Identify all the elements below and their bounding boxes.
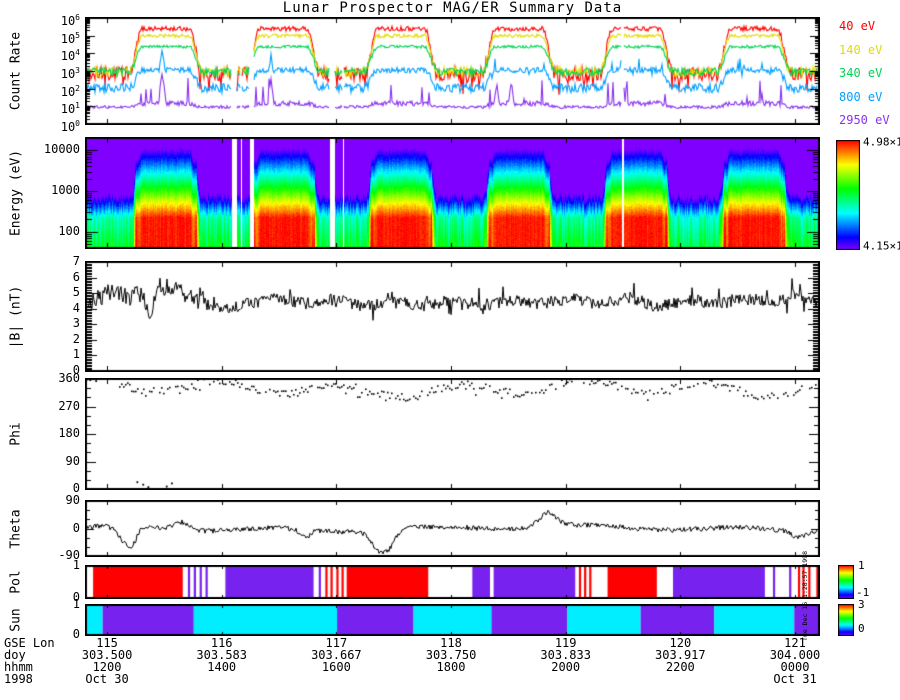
x-axis-tick-column: 116 303.583 1400 — [196, 637, 247, 685]
spectrogram-colorbar — [836, 140, 860, 250]
theta-ytick-label: 0 — [72, 520, 80, 535]
bfield-ytick-label: 7 — [72, 254, 80, 268]
count_rate-ytick-label: 102 — [60, 83, 80, 99]
phi-panel — [85, 378, 820, 490]
x-axis-tick-value — [540, 673, 591, 685]
theta-ytick-label: 90 — [65, 493, 80, 507]
legend-item-140eV: 140 eV — [839, 42, 883, 57]
x-axis-row-captions: GSE Lon doy hhmm 1998 — [4, 637, 55, 685]
bfield-ytick-label: 4 — [72, 300, 80, 315]
pol-colorbar-max-label: 1 — [858, 559, 865, 572]
sun-strip-panel — [85, 604, 820, 636]
spectrogram-ytick-label: 10000 — [43, 142, 80, 157]
legend-item-2950eV: 2950 eV — [839, 113, 890, 127]
bfield-ytick-label: 3 — [72, 316, 80, 331]
bfield-panel — [85, 261, 820, 372]
pol-ytick-label: 1 — [72, 558, 80, 572]
colorbar-max-label: 4.98×105 — [863, 135, 900, 149]
x-axis-tick-column: 115 303.500 1200 Oct 30 — [82, 637, 133, 685]
x-axis-tick-column: 119 303.833 2000 — [540, 637, 591, 685]
summary-plot-figure: Lunar Prospector MAG/ER Summary Data Cou… — [0, 0, 900, 700]
bfield-ytick-label: 2 — [72, 331, 80, 346]
pol-colorbar — [838, 565, 854, 599]
legend-item-800eV: 800 eV — [839, 89, 883, 104]
phi-ytick-label: 180 — [58, 426, 80, 440]
creation-timestamp: Tue Dec 16 1:28:57 1998 — [801, 550, 809, 641]
x-axis-tick-value — [196, 673, 247, 685]
page-title: Lunar Prospector MAG/ER Summary Data — [282, 0, 623, 16]
count_rate-ytick-label: 100 — [60, 119, 80, 134]
x-axis-tick-value — [311, 673, 362, 685]
spectrogram-ytick-label: 1000 — [51, 182, 80, 197]
x-axis-tick-value — [655, 673, 706, 685]
x-axis-tick-column: 121 304.000 0000 Oct 31 — [770, 637, 821, 685]
phi-ytick-label: 90 — [65, 453, 80, 468]
x-axis-tick-column: 118 303.750 1800 — [426, 637, 477, 685]
x-axis-tick-value: Oct 31 — [773, 672, 817, 686]
count_rate-ytick-label: 105 — [60, 30, 80, 46]
x-axis-tick-column: 120 303.917 2200 — [655, 637, 706, 685]
phi-ytick-label: 360 — [58, 371, 80, 385]
x-axis-tick-column: 117 303.667 1600 — [311, 637, 362, 685]
phi-ytick-label: 270 — [58, 398, 80, 413]
x-axis-tick-value: Oct 30 — [85, 672, 129, 686]
bfield-ytick-label: 5 — [72, 285, 80, 300]
bfield-ytick-label: 1 — [72, 347, 80, 362]
spectrogram-ytick-label: 100 — [58, 223, 80, 238]
count_rate-ytick-label: 101 — [60, 101, 80, 117]
x-axis-row-caption: 1998 — [4, 672, 33, 686]
count_rate-ytick-label: 104 — [60, 48, 80, 64]
count_rate-ytick-label: 106 — [60, 13, 80, 28]
sun-ytick-label: 1 — [72, 597, 80, 611]
x-axis-tick-value — [426, 673, 477, 685]
theta-panel — [85, 500, 820, 557]
sun-colorbar — [838, 604, 854, 636]
count_rate-ytick-label: 103 — [60, 66, 80, 81]
legend-item-40eV: 40 eV — [839, 19, 876, 33]
energy-spectrogram-panel — [85, 137, 820, 249]
bfield-ytick-label: 6 — [72, 269, 80, 284]
colorbar-min-label: 4.15×100 — [863, 239, 900, 253]
count-rate-panel — [85, 17, 820, 125]
legend-item-340eV: 340 eV — [839, 66, 883, 80]
sun-colorbar-min-label: 0 — [858, 622, 865, 635]
sun-colorbar-max-label: 3 — [858, 598, 865, 611]
pol-strip-panel — [85, 565, 820, 599]
